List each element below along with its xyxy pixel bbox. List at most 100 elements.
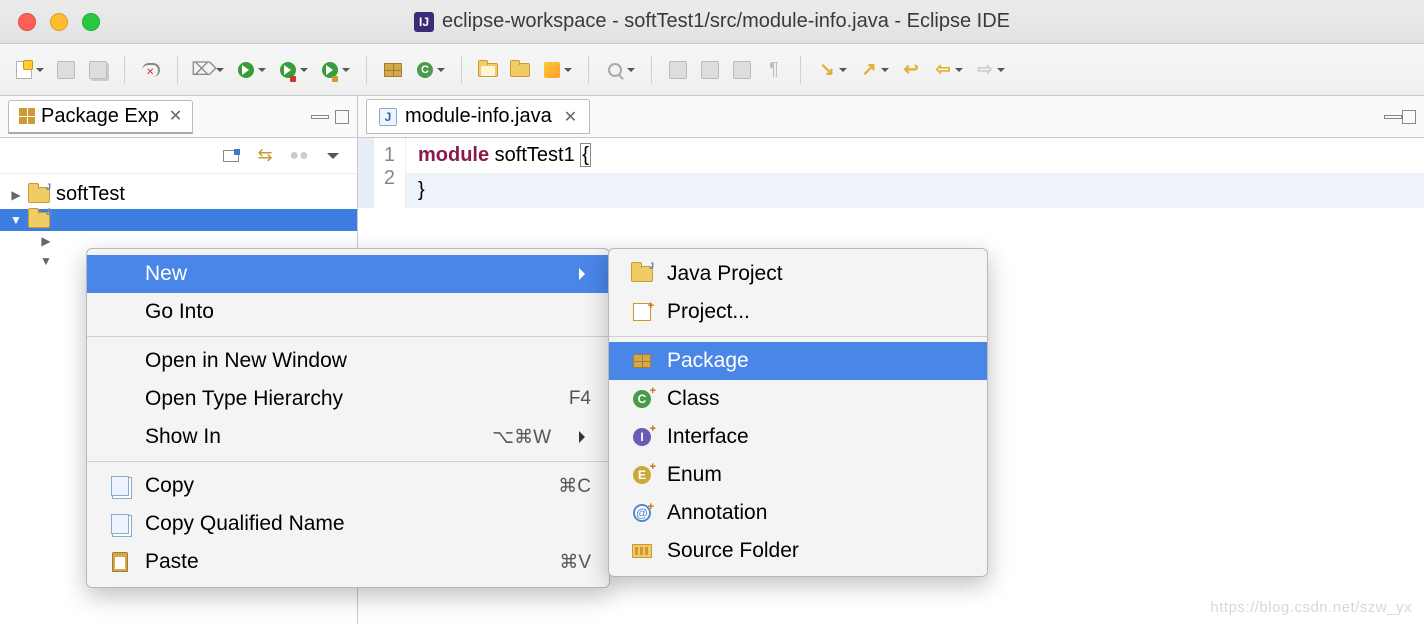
menu-label: Paste xyxy=(145,550,545,574)
last-edit-button[interactable]: ↩ xyxy=(897,56,925,84)
submenu-item-annotation[interactable]: @ Annotation xyxy=(609,494,987,532)
tree-item-label: softTest xyxy=(56,183,125,206)
toggle-block-button[interactable] xyxy=(664,56,692,84)
open-task-button[interactable] xyxy=(506,56,534,84)
copy-icon xyxy=(111,514,129,534)
new-class-button[interactable]: C xyxy=(411,56,439,84)
submenu-arrow-icon xyxy=(579,268,591,280)
maximize-view-button[interactable] xyxy=(335,110,349,124)
java-file-icon: J xyxy=(379,108,397,126)
menu-label: Show In xyxy=(145,425,478,449)
close-window-button[interactable] xyxy=(18,13,36,31)
submenu-item-project[interactable]: Project... xyxy=(609,293,987,331)
collapse-all-button[interactable] xyxy=(221,146,241,166)
view-tabbar: Package Exp ✕ xyxy=(0,96,357,138)
submenu-item-package[interactable]: Package xyxy=(609,342,987,380)
menu-label: New xyxy=(145,262,565,286)
minimize-view-button[interactable] xyxy=(311,115,329,119)
skip-breakpoints-button[interactable] xyxy=(137,56,165,84)
java-project-icon xyxy=(631,266,653,282)
new-package-button[interactable] xyxy=(379,56,407,84)
menu-item-open-new-window[interactable]: Open in New Window xyxy=(87,342,609,380)
run-button[interactable] xyxy=(232,56,260,84)
class-icon: C xyxy=(633,390,651,408)
window-controls xyxy=(0,13,100,31)
minimize-editor-button[interactable] xyxy=(1384,115,1402,119)
project-icon xyxy=(633,303,651,321)
minimize-window-button[interactable] xyxy=(50,13,68,31)
context-menu[interactable]: New Go Into Open in New Window Open Type… xyxy=(86,248,610,588)
menu-item-copy-qualified[interactable]: Copy Qualified Name xyxy=(87,505,609,543)
tree-item-selected[interactable]: ▼ xyxy=(0,209,357,231)
menu-accelerator: ⌥⌘W xyxy=(492,426,551,449)
debug-button[interactable]: ⌦ xyxy=(190,56,218,84)
menu-item-go-into[interactable]: Go Into xyxy=(87,293,609,331)
submenu-item-java-project[interactable]: Java Project xyxy=(609,255,987,293)
menu-item-show-in[interactable]: Show In ⌥⌘W xyxy=(87,418,609,456)
menu-item-new[interactable]: New xyxy=(87,255,609,293)
menu-separator xyxy=(87,461,609,462)
coverage-button[interactable] xyxy=(274,56,302,84)
focus-task-button[interactable]: ●● xyxy=(289,146,309,166)
java-project-icon xyxy=(28,187,50,203)
prev-annotation-button[interactable]: ↗ xyxy=(855,56,883,84)
menu-label: Interface xyxy=(667,425,969,449)
code-line[interactable]: } xyxy=(406,173,1424,208)
window-title: IJ eclipse-workspace - softTest1/src/mod… xyxy=(414,10,1010,33)
menu-separator xyxy=(87,336,609,337)
menu-item-paste[interactable]: Paste ⌘V xyxy=(87,543,609,581)
mark-occurrences-button[interactable] xyxy=(696,56,724,84)
maximize-editor-button[interactable] xyxy=(1402,110,1416,124)
show-whitespace-button[interactable] xyxy=(728,56,756,84)
package-explorer-tab[interactable]: Package Exp ✕ xyxy=(8,100,193,134)
zoom-window-button[interactable] xyxy=(82,13,100,31)
package-explorer-label: Package Exp xyxy=(41,105,159,128)
menu-label: Copy Qualified Name xyxy=(145,512,591,536)
menu-label: Go Into xyxy=(145,300,591,324)
run-external-button[interactable] xyxy=(316,56,344,84)
link-editor-button[interactable]: ⇆ xyxy=(255,146,275,166)
annotation-icon: @ xyxy=(633,504,651,522)
next-annotation-button[interactable]: ↘ xyxy=(813,56,841,84)
submenu-item-enum[interactable]: E Enum xyxy=(609,456,987,494)
new-button[interactable] xyxy=(10,56,38,84)
menu-label: Class xyxy=(667,387,969,411)
code-area[interactable]: module softTest1 { } xyxy=(406,138,1424,208)
menu-label: Copy xyxy=(145,474,544,498)
editor-body[interactable]: 1 2 module softTest1 { } xyxy=(358,138,1424,208)
new-submenu[interactable]: Java Project Project... Package C Class … xyxy=(608,248,988,577)
enum-icon: E xyxy=(633,466,651,484)
app-icon: IJ xyxy=(414,12,434,32)
submenu-item-class[interactable]: C Class xyxy=(609,380,987,418)
save-all-button[interactable] xyxy=(84,56,112,84)
back-button[interactable]: ⇦ xyxy=(929,56,957,84)
new-wizard-button[interactable] xyxy=(538,56,566,84)
search-button[interactable] xyxy=(601,56,629,84)
interface-icon: I xyxy=(633,428,651,446)
menu-label: Source Folder xyxy=(667,539,969,563)
close-tab-icon[interactable]: ✕ xyxy=(564,107,577,127)
expand-arrow-icon[interactable]: ▼ xyxy=(10,213,22,227)
submenu-item-interface[interactable]: I Interface xyxy=(609,418,987,456)
pin-editor-button[interactable]: ¶ xyxy=(760,56,788,84)
menu-item-open-type-hierarchy[interactable]: Open Type Hierarchy F4 xyxy=(87,380,609,418)
expand-arrow-icon[interactable]: ▶ xyxy=(40,234,52,248)
save-button[interactable] xyxy=(52,56,80,84)
code-line[interactable]: module softTest1 { xyxy=(406,138,1424,173)
expand-arrow-icon[interactable]: ▼ xyxy=(40,254,52,268)
package-explorer-icon xyxy=(19,108,35,124)
menu-item-copy[interactable]: Copy ⌘C xyxy=(87,467,609,505)
close-view-icon[interactable]: ✕ xyxy=(169,106,182,126)
forward-button[interactable]: ⇨ xyxy=(971,56,999,84)
submenu-item-source-folder[interactable]: Source Folder xyxy=(609,532,987,570)
open-type-button[interactable] xyxy=(474,56,502,84)
line-number: 1 xyxy=(358,144,395,167)
editor-tabbar: J module-info.java ✕ xyxy=(358,96,1424,138)
view-menu-button[interactable] xyxy=(323,146,343,166)
tree-item-softtest[interactable]: ▶ softTest xyxy=(10,180,347,209)
menu-accelerator: ⌘C xyxy=(558,475,591,498)
paste-icon xyxy=(112,552,128,572)
menu-separator xyxy=(609,336,987,337)
editor-tab[interactable]: J module-info.java ✕ xyxy=(366,99,590,134)
expand-arrow-icon[interactable]: ▶ xyxy=(10,188,22,202)
